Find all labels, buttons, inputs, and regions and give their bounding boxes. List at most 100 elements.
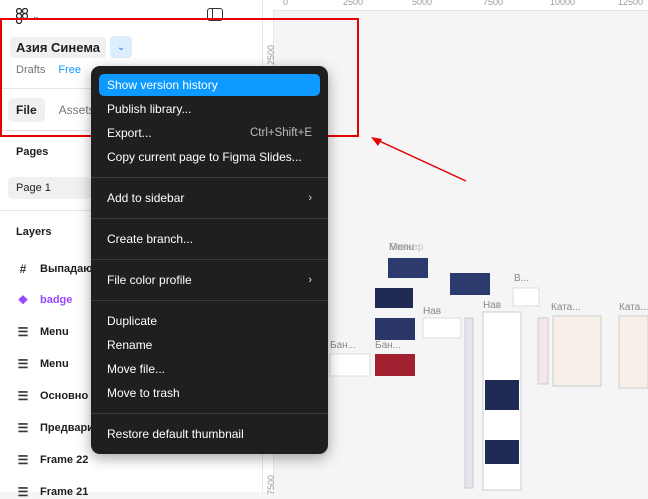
ruler-tick: 5000 <box>412 0 433 7</box>
main-menu-trigger[interactable]: ⌄ <box>16 8 40 24</box>
menu-item-label: Add to sidebar <box>107 191 185 205</box>
menu-item-create-branch[interactable]: Create branch... <box>99 228 320 250</box>
layer-label: Основно <box>40 390 89 402</box>
panel-toggle-icon[interactable] <box>207 8 223 21</box>
layer-item[interactable]: ❖ badge <box>16 293 73 307</box>
menu-item-label: Move file... <box>107 362 166 376</box>
menu-item-publish-library[interactable]: Publish library... <box>99 98 320 120</box>
layer-item[interactable]: ☰ Frame 22 <box>16 453 89 467</box>
frame-thumb <box>329 353 371 377</box>
drafts-link[interactable]: Drafts <box>16 64 45 76</box>
file-menu-button[interactable]: ⌄ <box>110 36 133 58</box>
menu-item-move-to-trash[interactable]: Move to trash <box>99 382 320 404</box>
ruler-tick: 0 <box>283 0 289 7</box>
canvas-frame-label: Бан... <box>330 340 356 351</box>
chevron-right-icon: › <box>308 192 312 204</box>
auto-layout-icon: ☰ <box>17 357 29 371</box>
ruler-tick: 2500 <box>266 44 277 66</box>
tab-file[interactable]: File <box>8 98 45 122</box>
sidebar-tabs: File Assets <box>8 98 103 122</box>
layer-label: Предвари <box>40 422 94 434</box>
menu-item-rename[interactable]: Rename <box>99 334 320 356</box>
auto-layout-icon: ☰ <box>17 389 29 403</box>
menu-item-file-color-profile[interactable]: File color profile › <box>99 269 320 291</box>
top-ruler: 0 2500 5000 7500 10000 12500 <box>263 0 648 11</box>
canvas-frame-label: Нав <box>483 300 502 311</box>
annotation-arrow <box>374 138 467 182</box>
menu-item-add-to-sidebar[interactable]: Add to sidebar › <box>99 187 320 209</box>
menu-item-copy-to-slides[interactable]: Copy current page to Figma Slides... <box>99 146 320 168</box>
ruler-tick: 7500 <box>483 0 504 7</box>
layer-item[interactable]: ☰ Предвари <box>16 421 94 435</box>
frame-thumb <box>388 258 428 278</box>
file-name[interactable]: Азия Синема <box>10 36 107 58</box>
ruler-tick: 12500 <box>618 0 644 7</box>
auto-layout-icon: ☰ <box>17 485 29 499</box>
frame-thumb <box>512 287 540 307</box>
page-item[interactable]: Page 1 <box>8 177 92 199</box>
frame-thumb <box>485 440 519 464</box>
canvas-frame-label: В... <box>514 273 530 284</box>
frame-thumb <box>618 315 648 389</box>
menu-item-label: Show version history <box>107 78 218 92</box>
file-name-bar: Азия Синема ⌄ <box>10 36 133 58</box>
layer-item[interactable]: ☰ Frame 21 <box>16 485 89 499</box>
layer-label: Menu <box>40 358 69 370</box>
frame-thumb <box>485 380 519 410</box>
layer-label: Frame 22 <box>40 454 89 466</box>
frame-thumb <box>537 317 549 385</box>
auto-layout-icon: ☰ <box>17 453 29 467</box>
chevron-down-icon: ⌄ <box>116 41 126 53</box>
component-icon: ❖ <box>17 293 29 307</box>
menu-item-label: Create branch... <box>107 232 194 246</box>
layer-item[interactable]: ☰ Menu <box>16 325 69 339</box>
layer-label: badge <box>40 294 73 306</box>
frame-thumb <box>375 354 415 376</box>
frame-thumb <box>464 317 474 489</box>
menu-separator <box>91 218 328 219</box>
menu-item-export[interactable]: Export... Ctrl+Shift+E <box>99 122 320 144</box>
layers-title: Layers <box>16 226 52 238</box>
layer-label: Menu <box>40 326 69 338</box>
menu-item-move-file[interactable]: Move file... <box>99 358 320 380</box>
menu-item-label: Restore default thumbnail <box>107 427 244 441</box>
layer-label: Выпадаю <box>40 263 93 275</box>
file-location: Drafts Free <box>16 64 81 76</box>
canvas-frame-label: Нав <box>423 306 442 317</box>
frame-thumb <box>450 273 490 295</box>
auto-layout-icon: ☰ <box>17 325 29 339</box>
plan-badge[interactable]: Free <box>58 64 81 76</box>
menu-separator <box>91 413 328 414</box>
figma-logo-icon <box>16 8 28 24</box>
frame-thumb <box>375 288 413 308</box>
menu-item-label: File color profile <box>107 273 192 287</box>
ruler-tick: 2500 <box>343 0 364 7</box>
menu-separator <box>91 259 328 260</box>
menu-item-label: Export... <box>107 126 152 140</box>
canvas-frame-label: Бан... <box>375 340 401 351</box>
frame-thumb <box>552 315 602 387</box>
menu-item-label: Move to trash <box>107 386 180 400</box>
auto-layout-icon: ☰ <box>17 421 29 435</box>
canvas-frame-label: Баннер <box>389 242 424 253</box>
menu-item-label: Publish library... <box>107 102 192 116</box>
frame-icon: # <box>19 262 27 276</box>
frame-thumb <box>375 318 415 340</box>
menu-item-show-version-history[interactable]: Show version history <box>99 74 320 96</box>
pages-title: Pages <box>16 146 49 158</box>
menu-separator <box>91 177 328 178</box>
annotation-arrow-head <box>371 137 382 146</box>
menu-item-restore-thumbnail[interactable]: Restore default thumbnail <box>99 423 320 445</box>
layer-item[interactable]: ☰ Menu <box>16 357 69 371</box>
chevron-down-icon: ⌄ <box>32 10 40 21</box>
menu-item-duplicate[interactable]: Duplicate <box>99 310 320 332</box>
menu-item-label: Rename <box>107 338 153 352</box>
layer-item[interactable]: ☰ Основно <box>16 389 89 403</box>
layer-item[interactable]: # Выпадаю <box>16 262 93 276</box>
ruler-tick: 7500 <box>266 474 277 496</box>
frame-thumb <box>422 317 462 339</box>
menu-separator <box>91 300 328 301</box>
canvas-frame-label: Ката... <box>551 302 581 313</box>
menu-item-shortcut: Ctrl+Shift+E <box>250 127 312 139</box>
menu-item-label: Duplicate <box>107 314 158 328</box>
